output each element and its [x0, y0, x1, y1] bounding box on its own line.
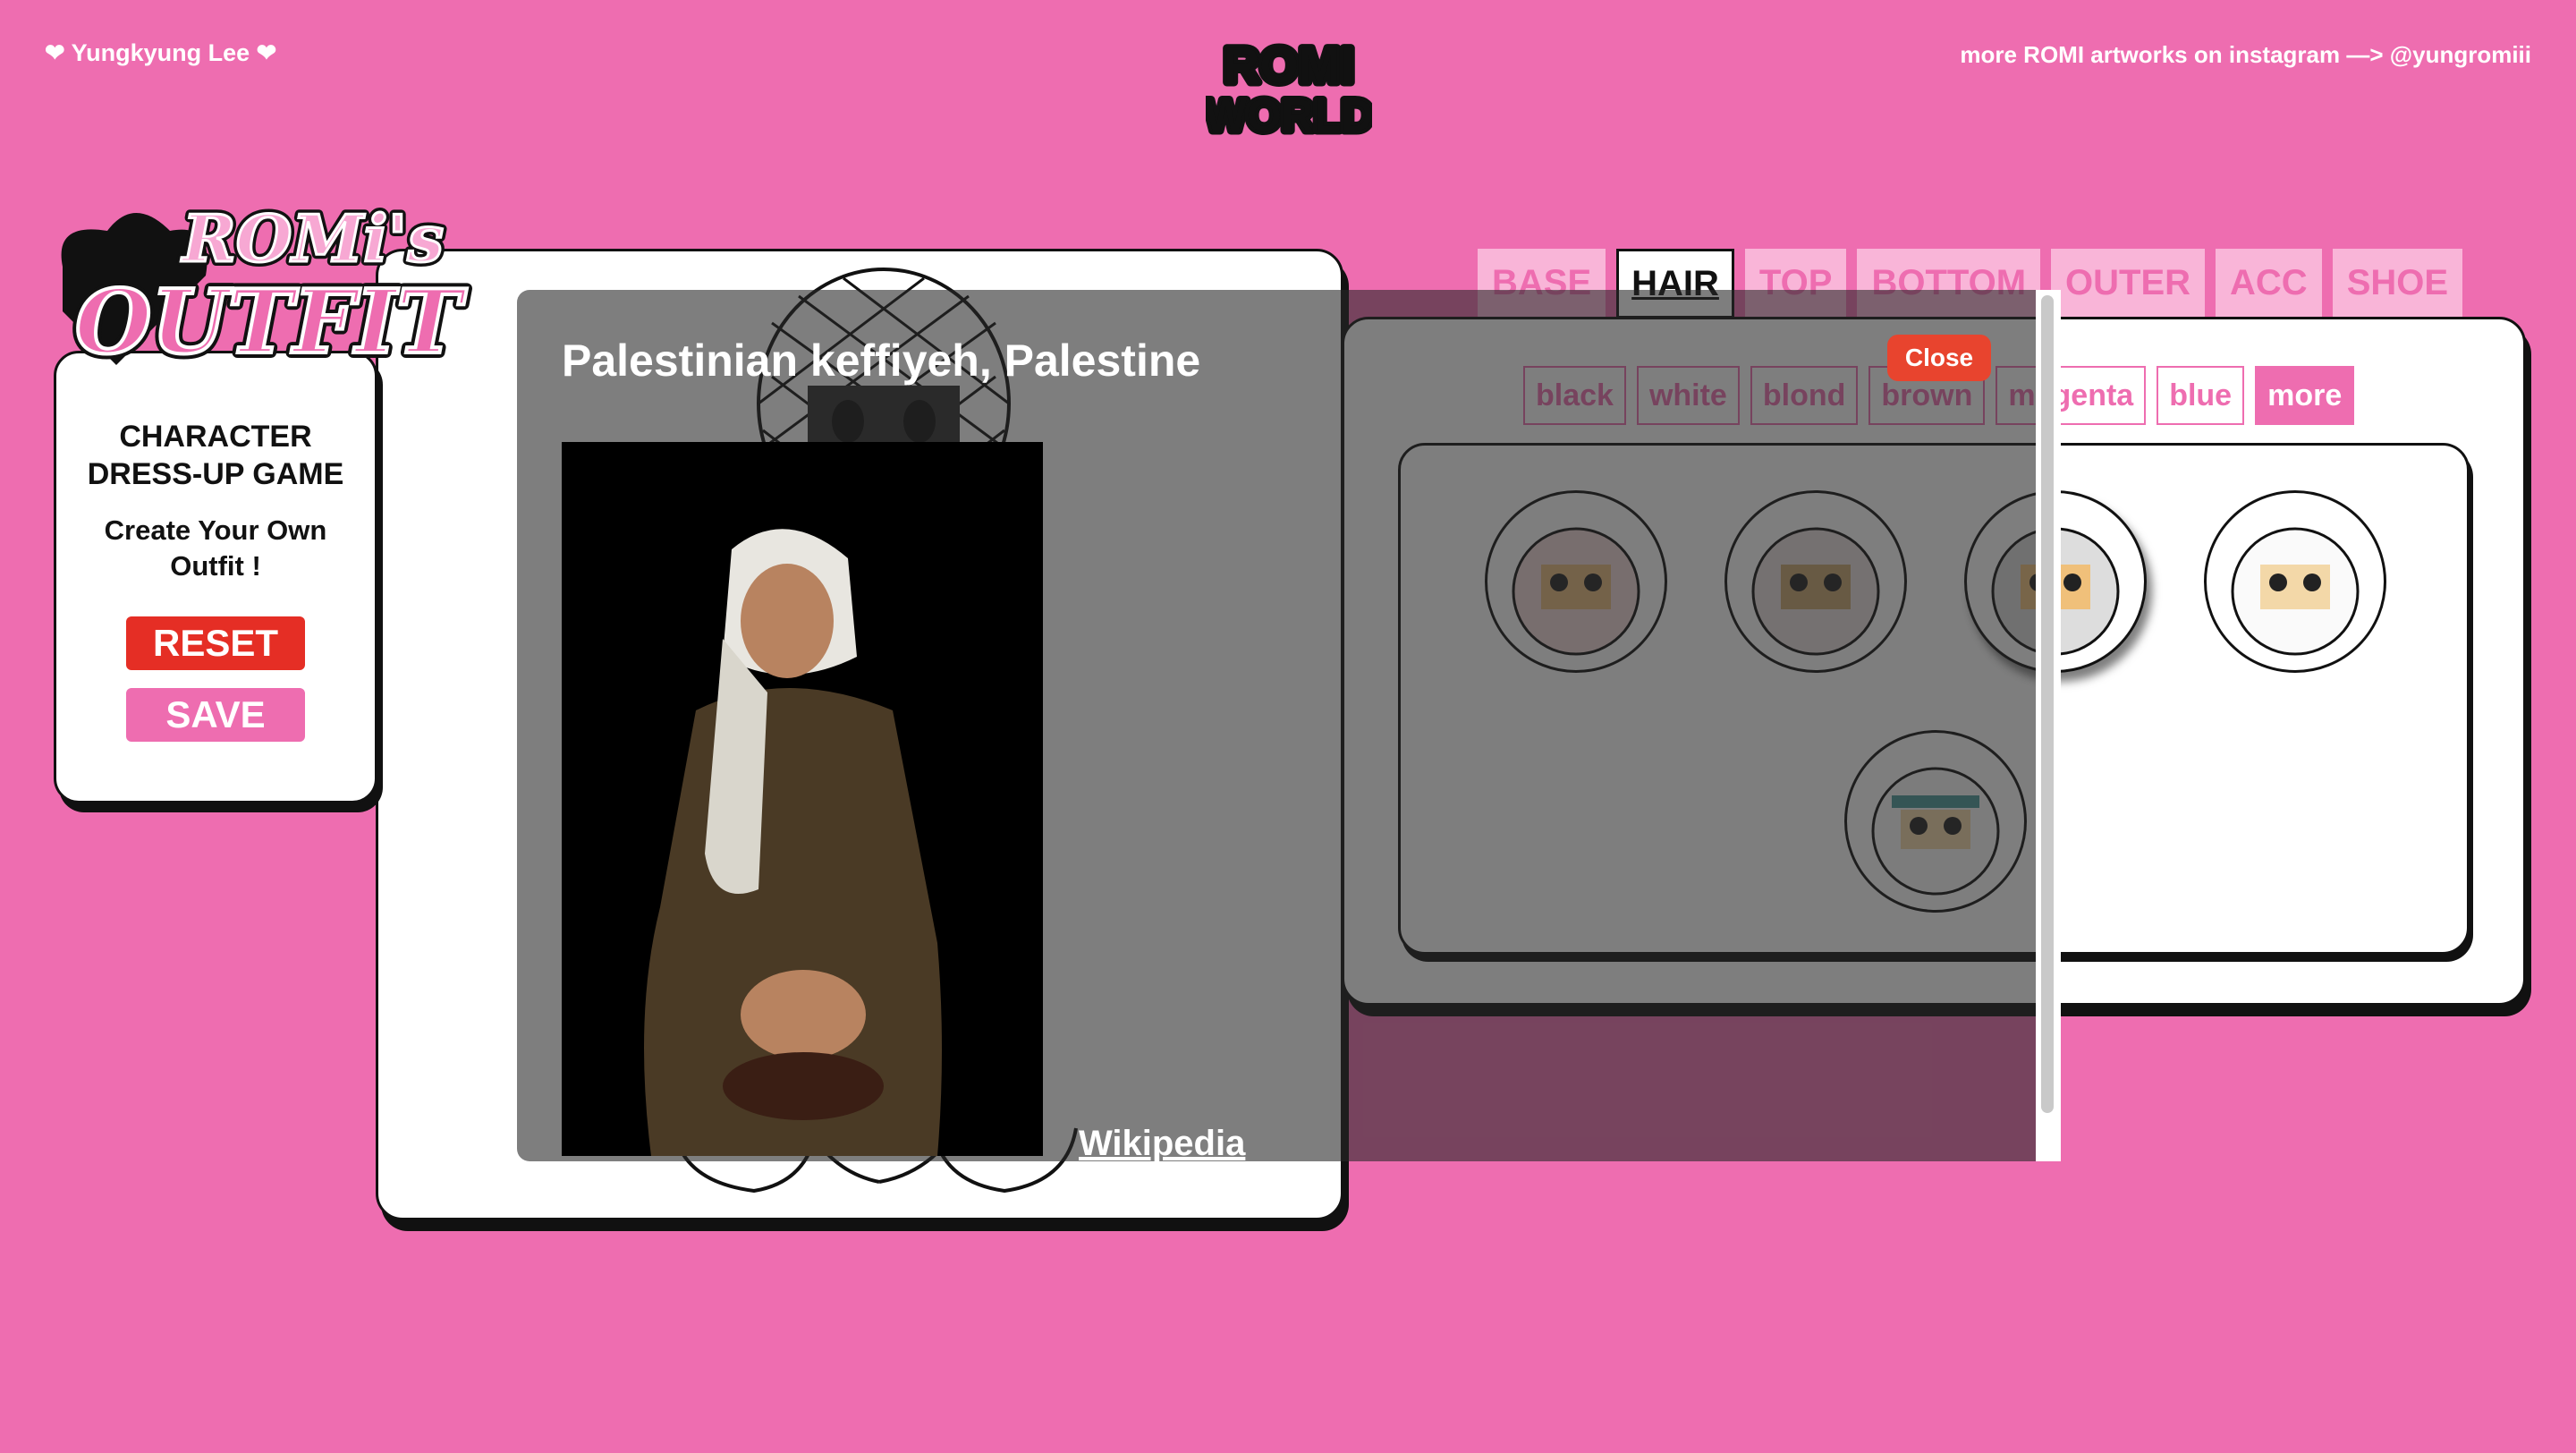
modal-title: Palestinian keffiyeh, Palestine [562, 336, 1201, 386]
instagram-link[interactable]: more ROMI artworks on instagram —> @yung… [1960, 41, 2531, 69]
keffiyeh-photo [562, 442, 1043, 1156]
hair-item-white-headscarf[interactable] [2204, 490, 2386, 673]
side-panel: CHARACTER DRESS-UP GAME Create Your Own … [54, 351, 377, 803]
game-subtitle: Create Your Own Outfit ! [56, 513, 375, 584]
game-title-line1: CHARACTER [119, 420, 312, 454]
reset-button[interactable]: RESET [126, 616, 305, 670]
save-button[interactable]: SAVE [126, 688, 305, 742]
game-subtitle-line1: Create Your Own [104, 514, 327, 546]
tab-shoe[interactable]: SHOE [2332, 249, 2463, 317]
color-more[interactable]: more [2255, 366, 2355, 425]
logo-text-bottom-fill: WORLD [1206, 90, 1372, 138]
game-title: CHARACTER DRESS-UP GAME [56, 418, 375, 493]
color-blue[interactable]: blue [2157, 366, 2245, 425]
logo-text-top-fill: ROMI [1224, 38, 1354, 93]
game-subtitle-line2: Outfit ! [170, 550, 261, 582]
outfit-logo-line1: ROMi's [181, 200, 444, 276]
author-credit: ❤ Yungkyung Lee ❤ [45, 39, 277, 66]
romis-outfit-logo: ROMi's ROMi's OUTFIT OUTFIT [61, 196, 472, 379]
close-button[interactable]: Close [1887, 335, 1991, 381]
modal-scrollbar-thumb[interactable] [2041, 295, 2054, 1113]
outfit-logo-line2: OUTFIT [75, 271, 467, 374]
game-title-line2: DRESS-UP GAME [87, 457, 344, 491]
wikipedia-link[interactable]: Wikipedia [1079, 1124, 1245, 1164]
tab-outer[interactable]: OUTER [2051, 249, 2206, 317]
tab-acc[interactable]: ACC [2216, 249, 2322, 317]
romi-world-logo[interactable]: ROMI ROMI WORLD WORLD [1206, 38, 1372, 138]
